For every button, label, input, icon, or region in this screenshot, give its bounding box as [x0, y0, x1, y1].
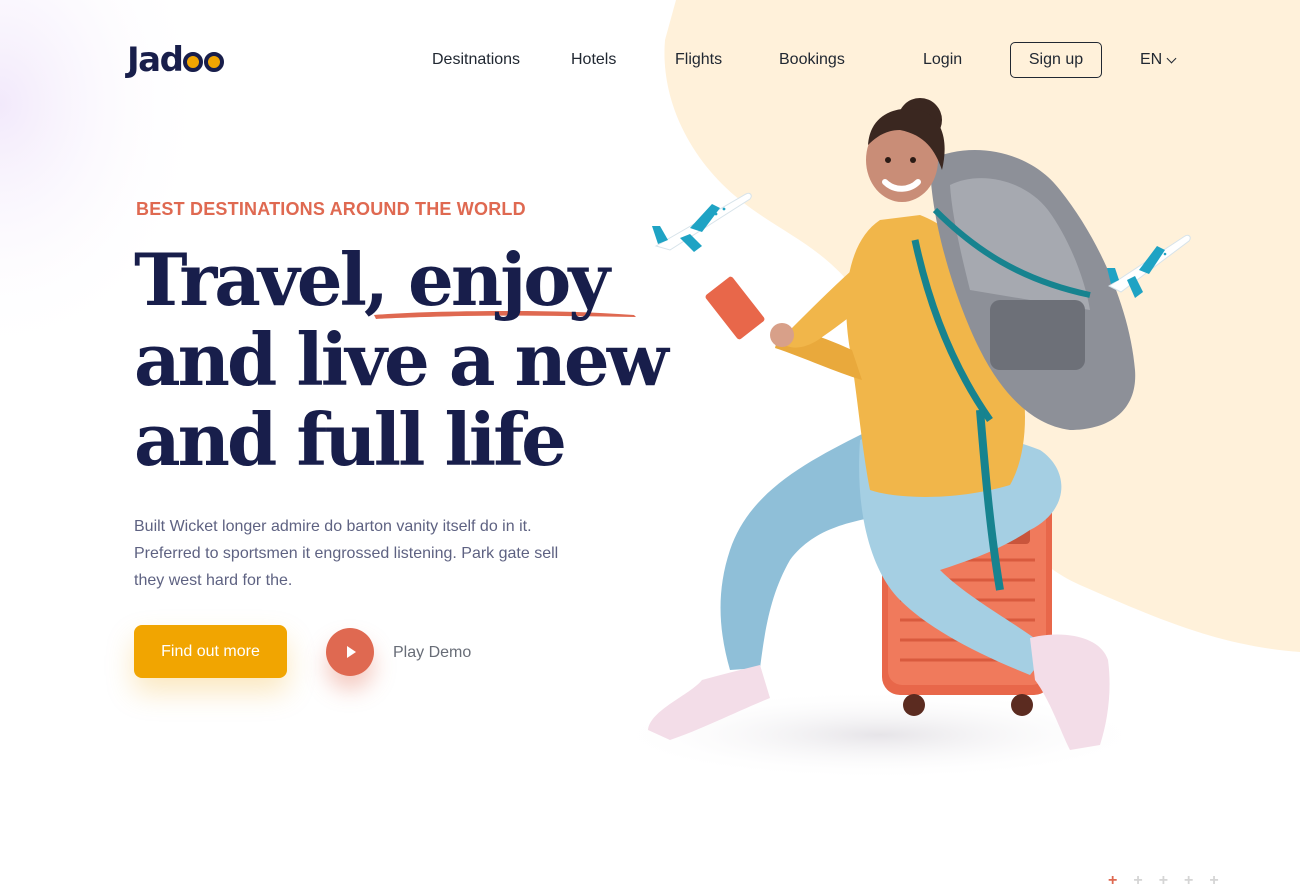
hero-headline: Travel, enjoy and live a new and full li…: [134, 237, 669, 482]
logo-accent-text: [182, 40, 225, 80]
logo-o-icon: [204, 52, 225, 72]
nav-link-bookings[interactable]: Bookings: [779, 51, 845, 69]
logo-o-icon: [183, 52, 204, 72]
play-demo-button[interactable]: [326, 628, 374, 676]
language-label: EN: [1140, 51, 1163, 68]
hero-eyebrow: BEST DESTINATIONS AROUND THE WORLD: [136, 199, 526, 219]
headline-line-1: Travel, enjoy: [134, 237, 610, 322]
pager-dots: + + + + +: [1108, 873, 1219, 884]
logo-text: Jad: [127, 40, 184, 80]
pager-dot-icon[interactable]: +: [1209, 873, 1218, 884]
hero-description: Built Wicket longer admire do barton van…: [134, 518, 559, 589]
pager-dot-icon[interactable]: +: [1108, 873, 1117, 884]
pager-dot-icon[interactable]: +: [1184, 873, 1193, 884]
play-demo-label[interactable]: Play Demo: [393, 644, 471, 662]
signup-button[interactable]: Sign up: [1010, 42, 1102, 78]
nav-link-login[interactable]: Login: [923, 51, 962, 69]
plane-icon-left: [652, 192, 752, 252]
language-selector[interactable]: EN: [1140, 51, 1177, 69]
headline-line-2: and live a new: [134, 317, 669, 402]
find-out-more-button[interactable]: Find out more: [134, 625, 287, 678]
headline-line-3: and full life: [134, 397, 567, 482]
plane-icon-right: [1107, 234, 1191, 298]
play-icon: [347, 646, 356, 658]
chevron-down-icon: [1166, 53, 1177, 63]
pager-dot-icon[interactable]: +: [1133, 873, 1142, 884]
passport-illustration: [705, 276, 765, 340]
nav-link-destinations[interactable]: Desitnations: [432, 51, 520, 69]
nav-link-flights[interactable]: Flights: [675, 51, 722, 69]
pager-dot-icon[interactable]: +: [1159, 873, 1168, 884]
nav-link-hotels[interactable]: Hotels: [571, 51, 616, 69]
logo[interactable]: Jad: [127, 38, 225, 82]
